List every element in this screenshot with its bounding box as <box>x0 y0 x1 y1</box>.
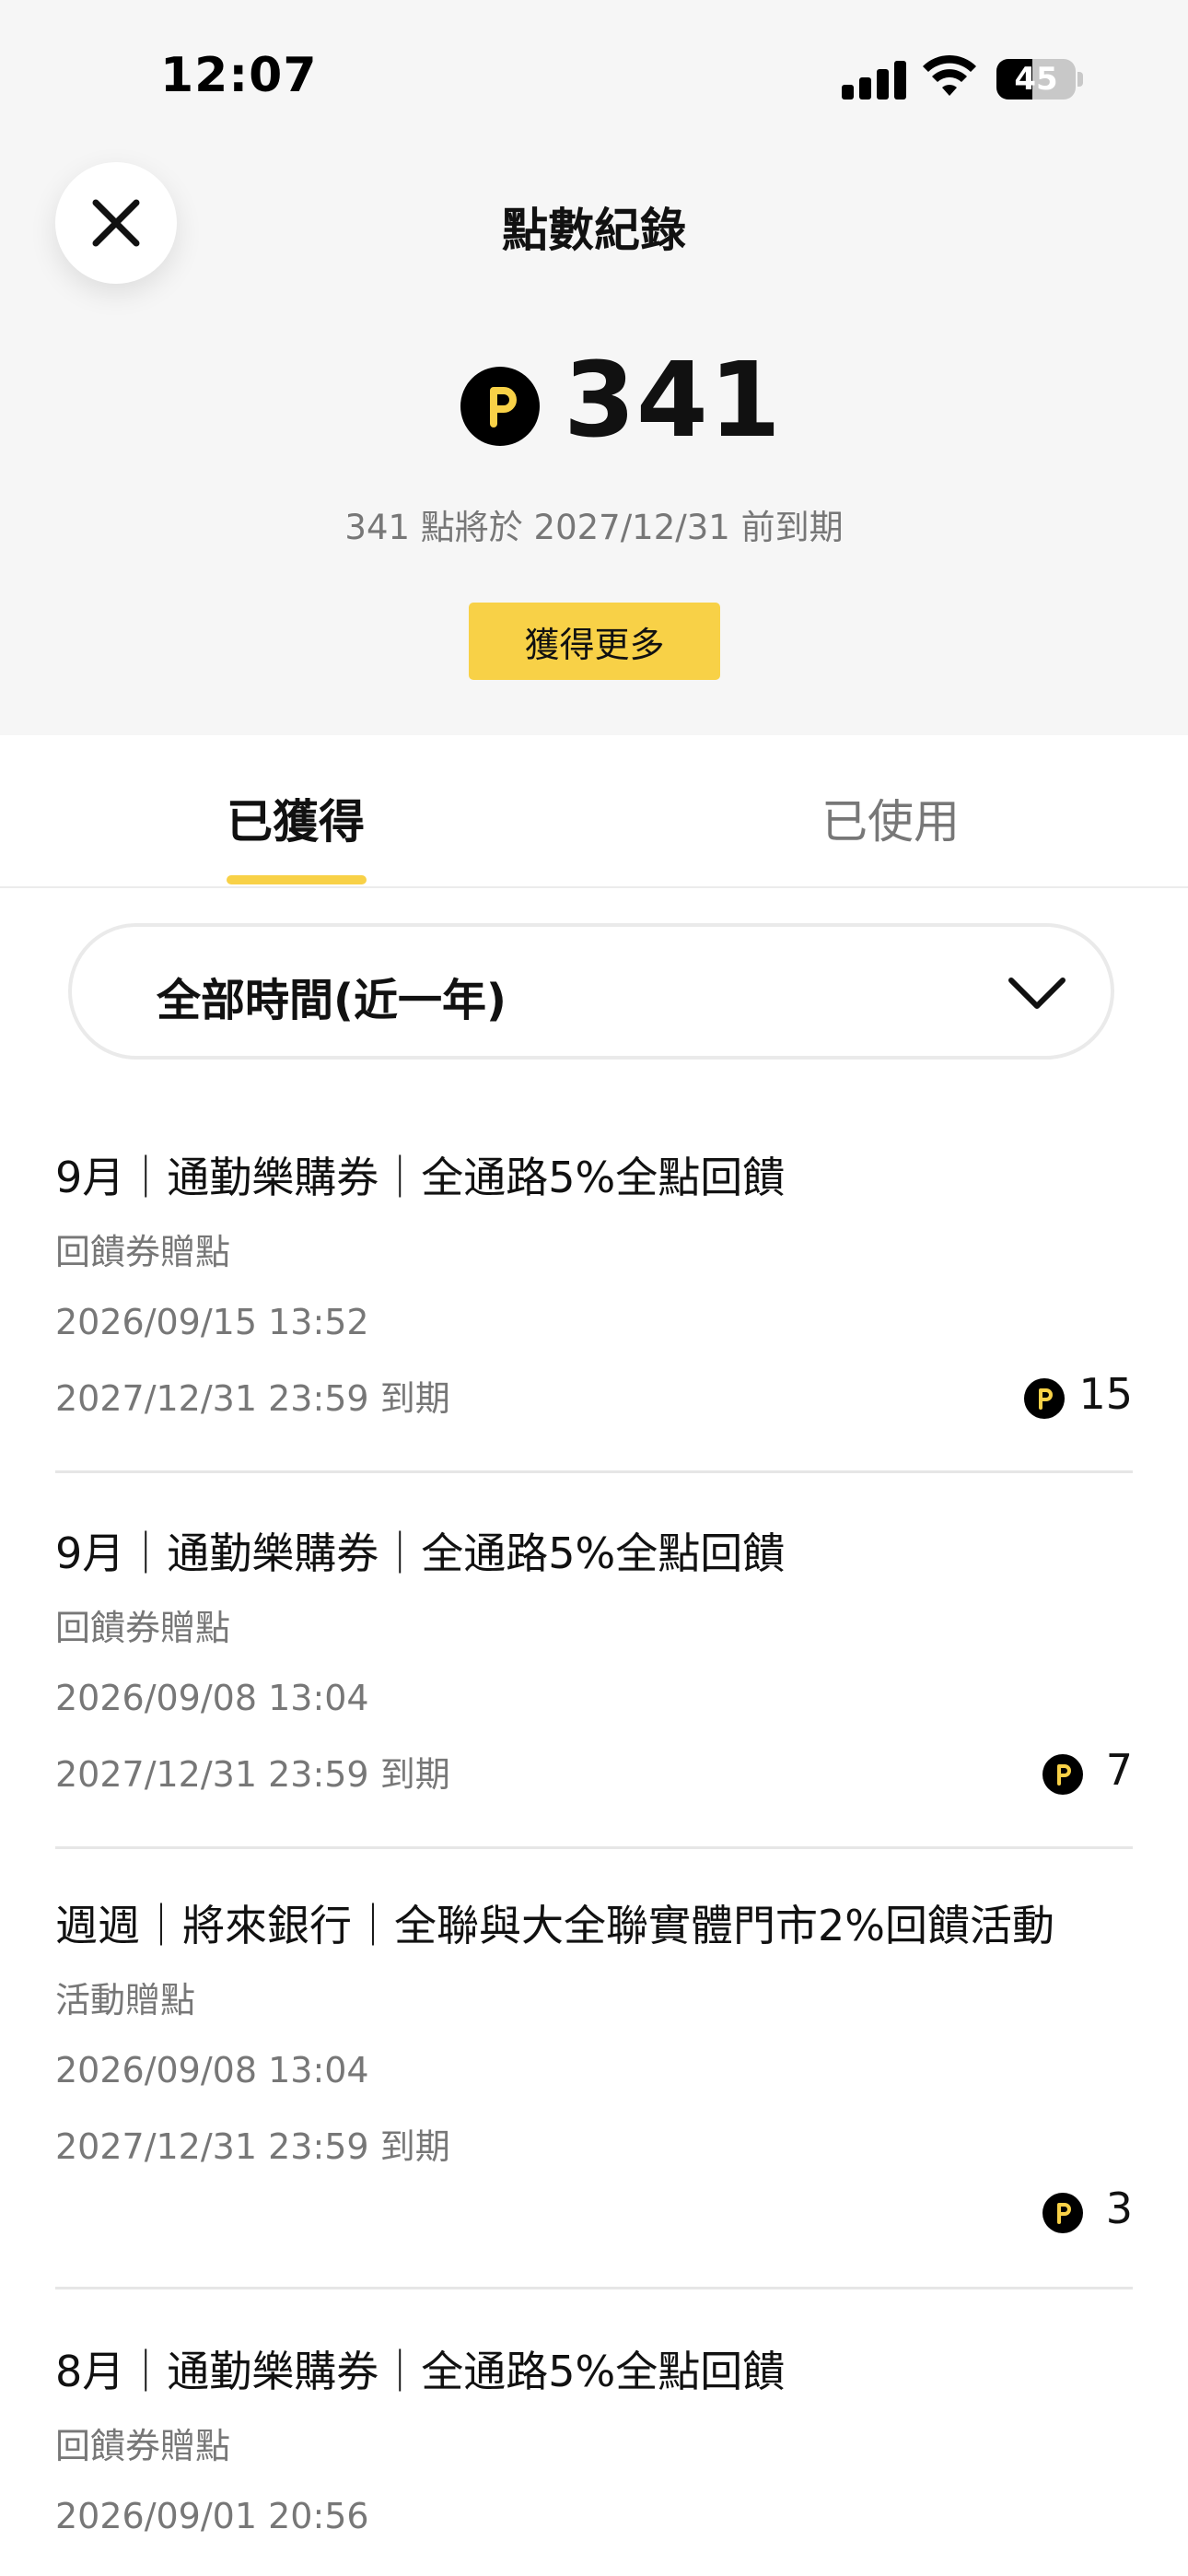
record-type: 回饋券贈點 <box>55 1608 231 1648</box>
record-type: 回饋券贈點 <box>55 1232 231 1272</box>
list-item[interactable]: 8月｜通勤樂購券｜全通路5%全點回饋 回饋券贈點 2026/09/01 20:5… <box>55 2338 1133 2536</box>
chevron-down-icon <box>1008 978 1066 1009</box>
record-date: 2026/09/08 13:04 <box>55 2050 369 2090</box>
record-type: 活動贈點 <box>55 1980 196 2020</box>
points-balance: 341 <box>564 341 782 461</box>
record-title: 9月｜通勤樂購券｜全通路5%全點回饋 <box>55 1528 786 1578</box>
active-tab-indicator <box>227 875 367 884</box>
list-item[interactable]: 週週｜將來銀行｜全聯與大全聯實體門市2%回饋活動 活動贈點 2026/09/08… <box>55 1892 1133 2233</box>
record-amount: 15 <box>1078 1369 1133 1419</box>
cellular-signal-icon <box>842 57 906 100</box>
record-title: 8月｜通勤樂購券｜全通路5%全點回饋 <box>55 2347 786 2396</box>
divider <box>55 1846 1133 1849</box>
time-range-selected: 全部時間(近一年) <box>157 975 507 1026</box>
battery-icon: 45 <box>996 59 1076 100</box>
status-time: 12:07 <box>160 48 318 103</box>
earn-more-button[interactable]: 獲得更多 <box>469 603 720 680</box>
record-amount: 3 <box>1105 2184 1133 2233</box>
point-coin-icon <box>1024 1378 1065 1419</box>
record-type: 回饋券贈點 <box>55 2426 231 2466</box>
record-amount: 7 <box>1105 1745 1133 1795</box>
record-title: 週週｜將來銀行｜全聯與大全聯實體門市2%回饋活動 <box>55 1901 1054 1950</box>
list-item[interactable]: 9月｜通勤樂購券｜全通路5%全點回饋 回饋券贈點 2026/09/08 13:0… <box>55 1520 1133 1797</box>
tab-earned[interactable]: 已獲得 <box>227 785 365 851</box>
point-coin-icon <box>460 367 540 446</box>
tab-divider <box>0 886 1188 888</box>
tab-used[interactable]: 已使用 <box>821 785 960 851</box>
record-date: 2026/09/15 13:52 <box>55 1302 369 1342</box>
record-date: 2026/09/08 13:04 <box>55 1678 369 1718</box>
point-coin-icon <box>1042 1754 1083 1795</box>
time-range-dropdown[interactable]: 全部時間(近一年) <box>68 923 1114 1060</box>
record-date: 2026/09/01 20:56 <box>55 2496 369 2536</box>
battery-tip <box>1077 72 1083 87</box>
record-expiry: 2027/12/31 23:59 到期 <box>55 1378 450 1419</box>
wifi-icon <box>923 54 976 96</box>
battery-level: 45 <box>1014 61 1058 98</box>
record-expiry: 2027/12/31 23:59 到期 <box>55 1754 450 1795</box>
record-title: 9月｜通勤樂購券｜全通路5%全點回饋 <box>55 1153 786 1202</box>
divider <box>55 1470 1133 1473</box>
list-item[interactable]: 9月｜通勤樂購券｜全通路5%全點回饋 回饋券贈點 2026/09/15 13:5… <box>55 1144 1133 1421</box>
page-title: 點數紀錄 <box>502 204 686 257</box>
points-expire-note: 341 點將於 2027/12/31 前到期 <box>344 508 844 547</box>
record-expiry: 2027/12/31 23:59 到期 <box>55 2126 450 2167</box>
divider <box>55 2287 1133 2289</box>
point-coin-icon <box>1042 2193 1083 2233</box>
